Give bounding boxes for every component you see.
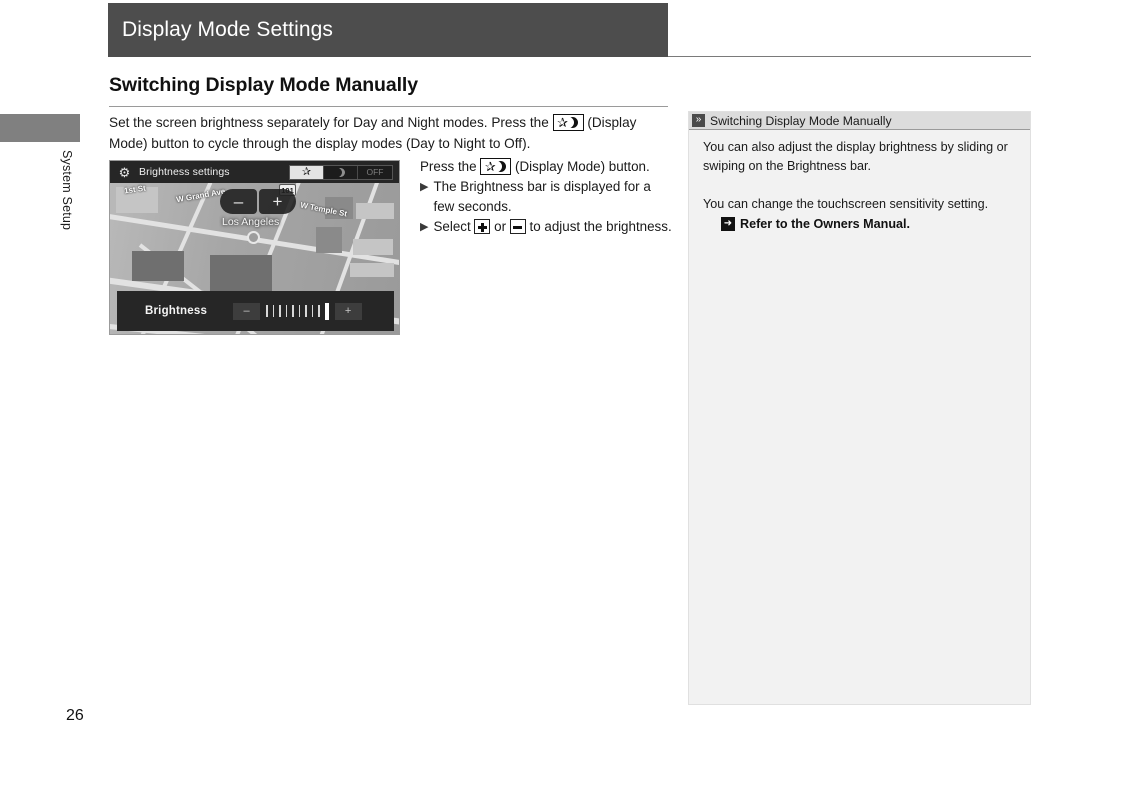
map-block (353, 239, 393, 255)
section-rule (109, 106, 668, 107)
sidebar-header: » Switching Display Mode Manually (689, 112, 1030, 130)
map-city-label: Los Angeles (222, 216, 280, 228)
brightness-label: Brightness (145, 305, 208, 317)
device-screenshot: ⚙ Brightness settings ✰ OFF 1st St W Gra… (109, 160, 400, 335)
brightness-increase-button[interactable]: + (334, 302, 362, 320)
map-block (356, 203, 394, 219)
brightness-tick (305, 305, 307, 317)
instruction-lead: Press the ✰ (Display Mode) button. (420, 157, 675, 177)
triangle-bullet-icon: ▶ (420, 221, 429, 233)
map-block (350, 263, 394, 277)
manual-page: System Setup Display Mode Settings Switc… (0, 0, 1134, 794)
brightness-tick (279, 305, 281, 317)
map-block (316, 227, 342, 253)
step-text-part3: to adjust the brightness. (525, 219, 672, 234)
minus-icon (509, 219, 526, 234)
gear-icon: ⚙ (118, 164, 131, 180)
map-view[interactable]: 1st St W Grand Ave W Temple St 101 Los A… (110, 183, 399, 334)
mode-button-night[interactable] (324, 165, 358, 179)
display-mode-icon: ✰ (552, 114, 584, 131)
brightness-decrease-button[interactable]: – (233, 302, 261, 320)
chapter-tab-block (0, 114, 80, 142)
sidebar-reference: ➜ Refer to the Owners Manual. (721, 215, 1018, 234)
sun-icon: ✰ (301, 165, 312, 178)
sidebar-paragraph-2: You can change the touchscreen sensitivi… (703, 197, 989, 211)
brightness-tick (292, 305, 294, 317)
instruction-step-text: The Brightness bar is displayed for a fe… (433, 179, 651, 214)
page-title: Display Mode Settings (122, 18, 334, 41)
brightness-tick (272, 305, 275, 317)
chapter-tab-label: System Setup (60, 150, 74, 231)
brightness-tick (311, 305, 314, 317)
sun-icon: ✰ (484, 159, 496, 174)
sidebar-paragraph-1: You can also adjust the display brightne… (703, 140, 1008, 173)
instruction-lead-part1: Press the (420, 159, 481, 174)
brightness-tick (318, 305, 320, 317)
mode-button-off[interactable]: OFF (358, 166, 392, 179)
brightness-slider[interactable] (266, 302, 329, 320)
chapter-header-bar: Display Mode Settings (108, 3, 668, 57)
section-heading: Switching Display Mode Manually (109, 74, 418, 96)
display-mode-toggle-group[interactable]: ✰ OFF (289, 164, 393, 180)
brightness-tick (298, 305, 301, 317)
map-block (210, 255, 272, 293)
mode-button-day[interactable]: ✰ (290, 165, 324, 179)
instruction-step-text: Select or to adjust the brightness. (433, 217, 675, 237)
instruction-step: ▶ The Brightness bar is displayed for a … (420, 177, 675, 217)
map-zoom-out-button[interactable]: – (220, 189, 257, 214)
header-rule (668, 56, 1031, 57)
map-position-marker (247, 231, 260, 244)
intro-text-part1: Set the screen brightness separately for… (109, 115, 553, 130)
arrow-reference-icon: ➜ (721, 217, 735, 231)
moon-icon (336, 167, 345, 177)
brightness-tick (266, 305, 268, 317)
step-text-part1: Select (433, 219, 475, 234)
instruction-step: ▶ Select or to adjust the brightness. (420, 217, 675, 237)
map-block (132, 251, 184, 281)
map-zoom-controls[interactable]: – + (220, 189, 296, 214)
brightness-bar[interactable]: Brightness – + (117, 291, 394, 331)
display-mode-icon: ✰ (480, 158, 512, 175)
double-chevron-icon: » (692, 114, 705, 127)
instruction-lead-part2: (Display Mode) button. (511, 159, 650, 174)
sidebar-reference-text: Refer to the Owners Manual. (740, 217, 911, 231)
moon-icon (568, 117, 579, 129)
plus-icon (474, 219, 491, 234)
instruction-list: Press the ✰ (Display Mode) button. ▶ The… (420, 157, 675, 237)
sidebar-title: Switching Display Mode Manually (710, 113, 892, 128)
sun-icon: ✰ (557, 115, 568, 130)
step-text-part2: or (490, 219, 510, 234)
triangle-bullet-icon: ▶ (420, 181, 429, 193)
page-number: 26 (66, 707, 84, 724)
device-top-bar: ⚙ Brightness settings ✰ OFF (110, 161, 399, 183)
device-screen-title: Brightness settings (139, 166, 230, 178)
map-zoom-in-button[interactable]: + (259, 189, 296, 214)
sidebar-note-panel: » Switching Display Mode Manually You ca… (688, 111, 1031, 705)
brightness-slider-handle[interactable] (324, 302, 329, 320)
moon-icon (495, 161, 507, 173)
sidebar-body: You can also adjust the display brightne… (689, 130, 1030, 234)
intro-paragraph: Set the screen brightness separately for… (109, 112, 669, 154)
brightness-tick (285, 305, 288, 317)
